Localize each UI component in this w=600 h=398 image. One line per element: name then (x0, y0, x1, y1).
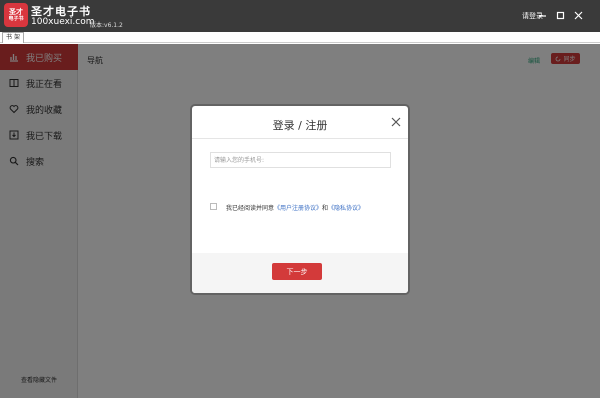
phone-input[interactable] (210, 152, 391, 168)
dialog-footer: 下一步 (192, 253, 408, 293)
login-dialog: 登录 / 注册 我已经阅读并同意《用户注册协议》和《隐私协议》 下一步 (192, 106, 408, 293)
agree-checkbox[interactable] (210, 203, 217, 210)
maximize-button[interactable] (554, 8, 566, 22)
agreement-prefix: 我已经阅读并同意 (226, 205, 275, 212)
user-agreement-link[interactable]: 《用户注册协议》 (274, 205, 322, 212)
next-step-button[interactable]: 下一步 (272, 263, 322, 280)
app-logo: 圣才 电子书 (4, 3, 28, 27)
close-icon (574, 11, 582, 19)
tab-bookshelf[interactable]: 书 架 (2, 32, 24, 43)
title-bar: 圣才 电子书 圣才电子书 100xuexi.com 版本:v6.1.2 请登录 (0, 0, 600, 32)
dialog-title: 登录 / 注册 (272, 119, 328, 132)
agreement-text: 我已经阅读并同意《用户注册协议》和《隐私协议》 (226, 203, 364, 212)
privacy-link[interactable]: 《隐私协议》 (328, 205, 364, 212)
close-icon (391, 117, 401, 127)
minimize-button[interactable] (536, 8, 548, 22)
minimize-icon (538, 14, 546, 17)
tab-bar: 书 架 (0, 32, 600, 43)
logo-text-bottom: 电子书 (8, 15, 24, 22)
app-version: 版本:v6.1.2 (90, 22, 123, 29)
close-window-button[interactable] (572, 8, 584, 22)
maximize-icon (556, 11, 564, 19)
app-domain: 100xuexi.com (31, 17, 95, 27)
dialog-divider (192, 138, 408, 139)
logo-text-top: 圣才 (9, 7, 23, 16)
dialog-close-button[interactable] (389, 115, 403, 129)
